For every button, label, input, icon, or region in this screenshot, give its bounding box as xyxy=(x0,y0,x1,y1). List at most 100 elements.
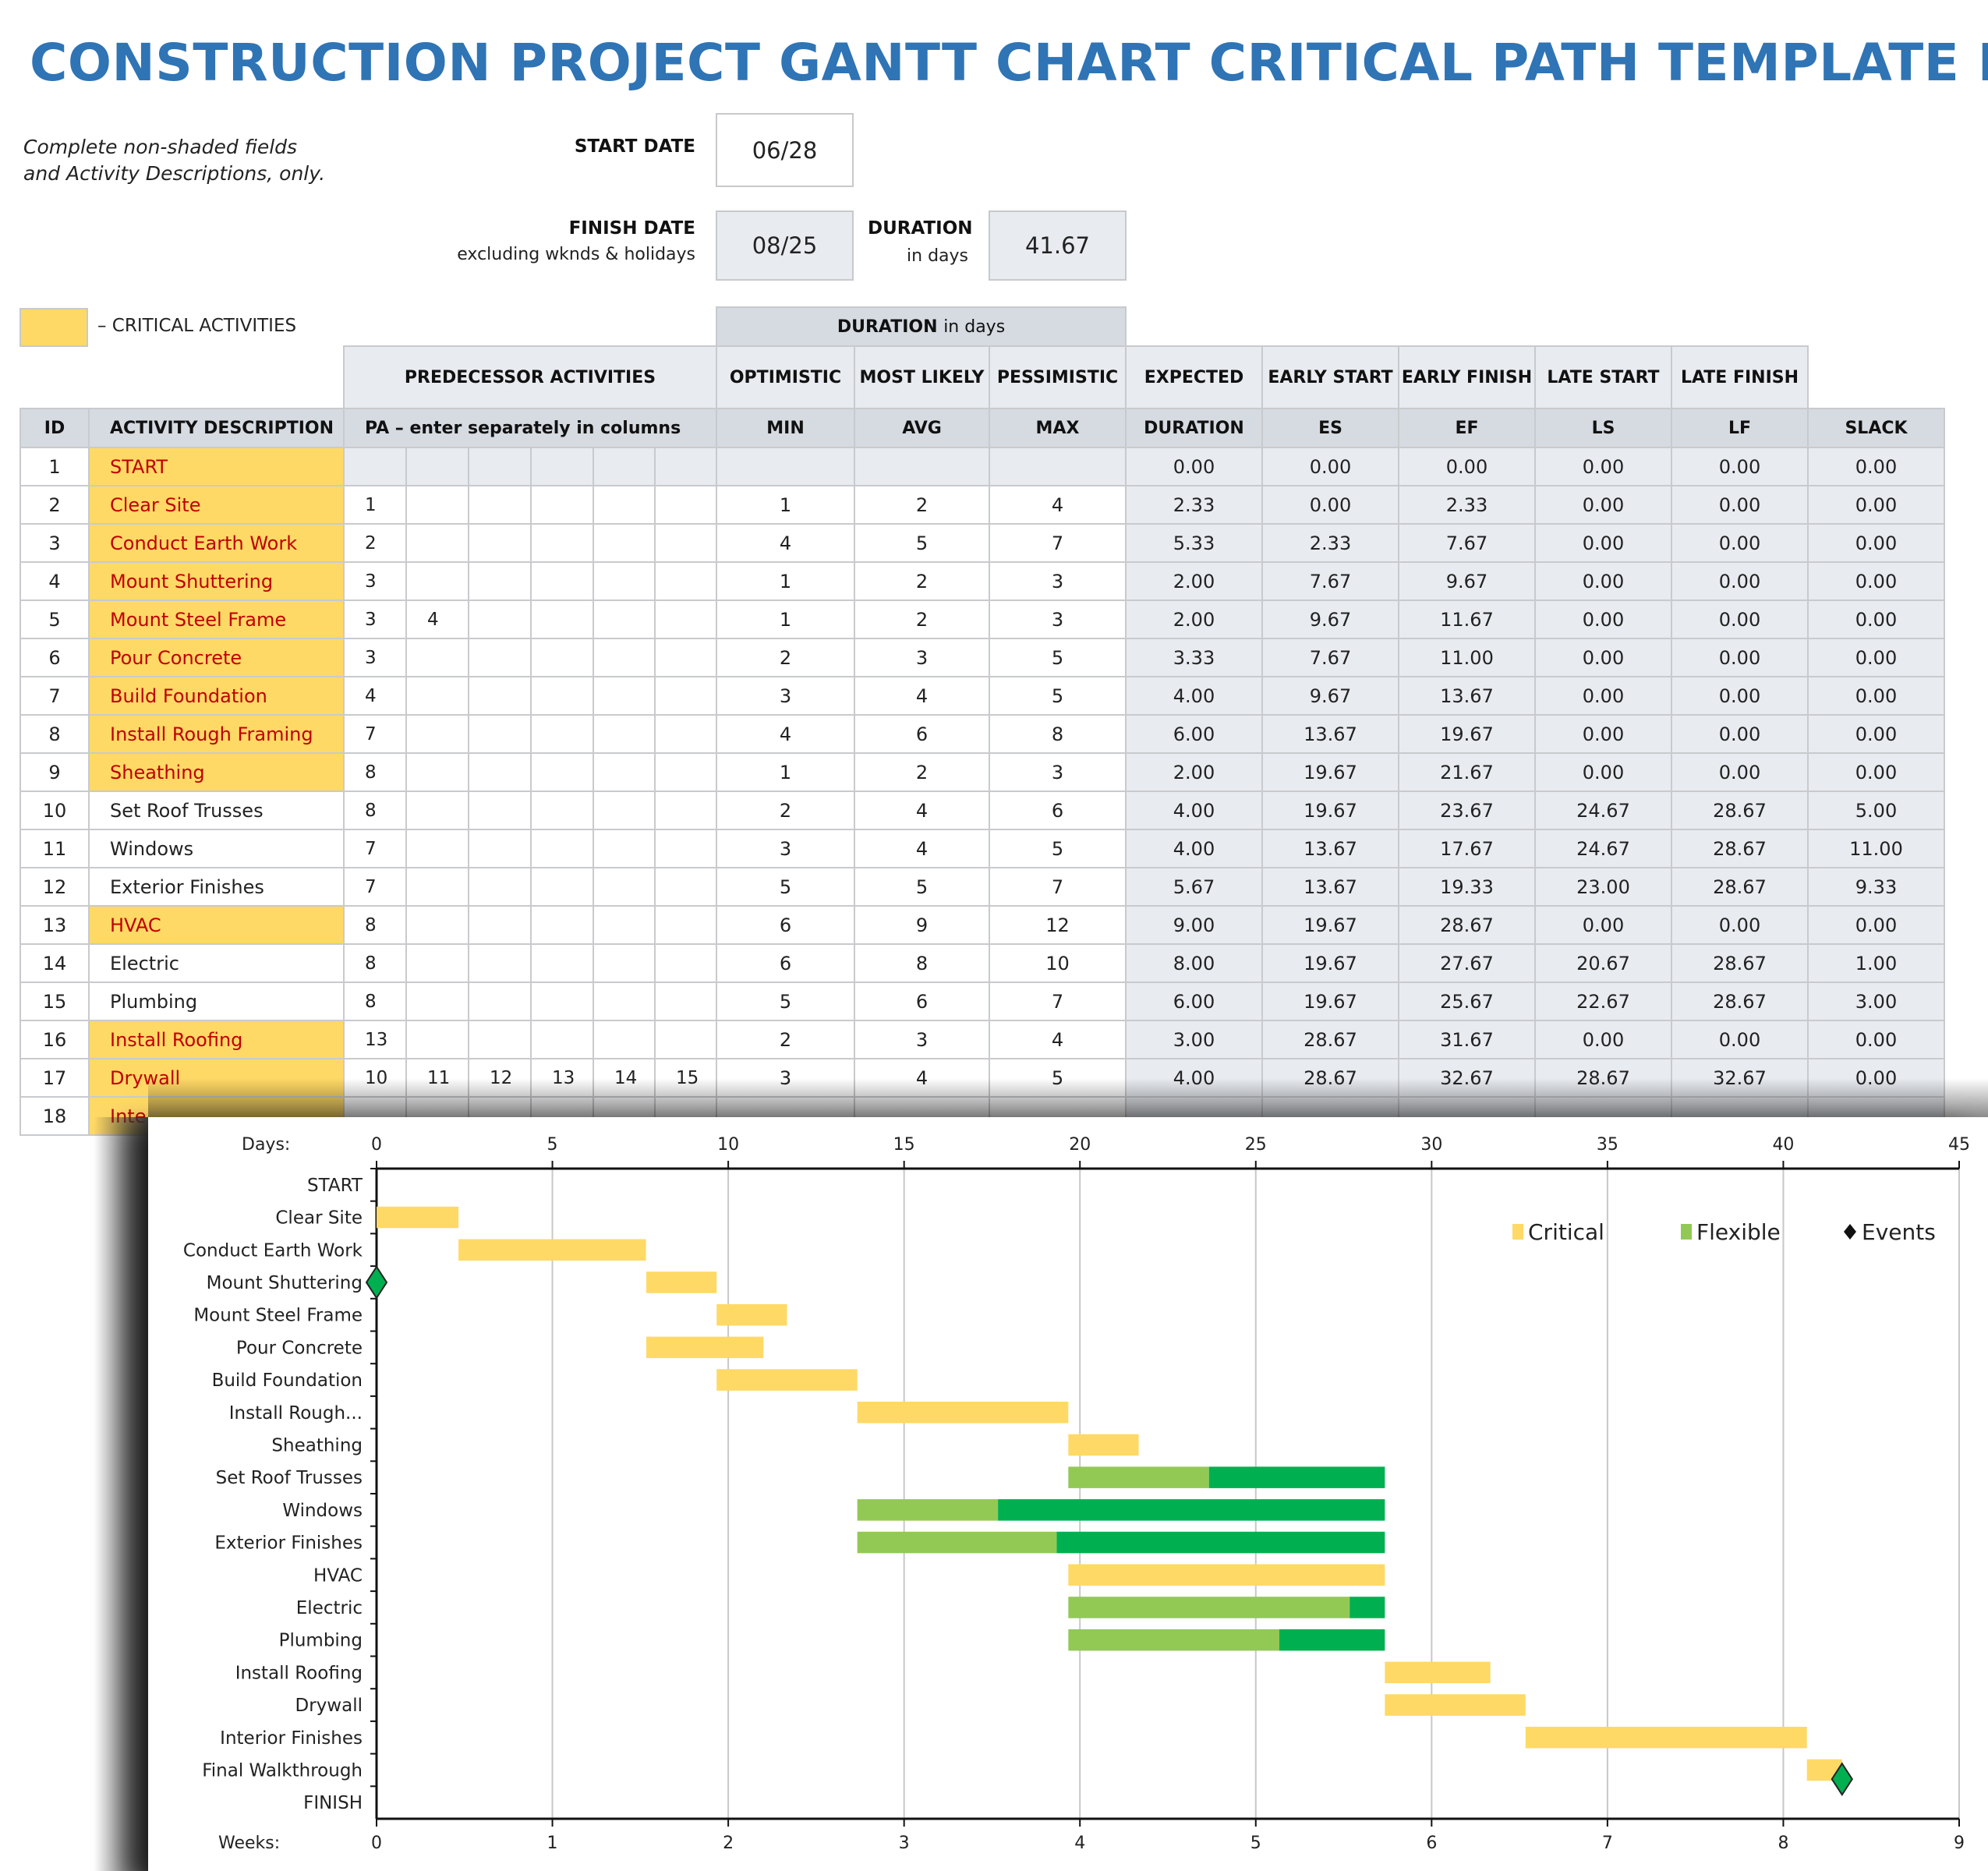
cell-predecessor[interactable] xyxy=(654,905,717,945)
cell-predecessor[interactable]: 7 xyxy=(343,867,407,907)
cell-predecessor[interactable]: 4 xyxy=(405,599,469,639)
cell-predecessor[interactable] xyxy=(468,867,532,907)
cell-predecessor[interactable]: 15 xyxy=(654,1058,717,1098)
cell-avg[interactable]: 8 xyxy=(854,943,990,983)
cell-avg[interactable]: 3 xyxy=(854,638,990,677)
cell-avg[interactable]: 6 xyxy=(854,981,990,1021)
cell-predecessor[interactable] xyxy=(530,829,594,868)
cell-predecessor[interactable] xyxy=(593,905,656,945)
cell-predecessor[interactable] xyxy=(593,599,656,639)
cell-predecessor[interactable] xyxy=(530,638,594,677)
cell-avg[interactable]: 2 xyxy=(854,485,990,525)
cell-activity[interactable]: Exterior Finishes xyxy=(88,867,345,907)
cell-max[interactable]: 12 xyxy=(989,905,1127,945)
cell-activity[interactable]: Plumbing xyxy=(88,981,345,1021)
cell-predecessor[interactable] xyxy=(468,523,532,563)
cell-predecessor[interactable]: 4 xyxy=(343,676,407,716)
cell-max[interactable]: 4 xyxy=(989,485,1127,525)
cell-avg[interactable]: 9 xyxy=(854,905,990,945)
cell-predecessor[interactable] xyxy=(530,1020,594,1059)
cell-max[interactable]: 5 xyxy=(989,638,1127,677)
cell-predecessor[interactable] xyxy=(593,561,656,601)
cell-predecessor[interactable]: 11 xyxy=(405,1058,469,1098)
cell-predecessor[interactable] xyxy=(593,676,656,716)
cell-predecessor[interactable] xyxy=(654,485,717,525)
cell-predecessor[interactable] xyxy=(530,714,594,754)
cell-avg[interactable]: 6 xyxy=(854,714,990,754)
cell-predecessor[interactable] xyxy=(654,638,717,677)
cell-predecessor[interactable] xyxy=(405,447,469,486)
cell-max[interactable]: 3 xyxy=(989,561,1127,601)
cell-max[interactable]: 8 xyxy=(989,714,1127,754)
cell-predecessor[interactable]: 10 xyxy=(343,1058,407,1098)
cell-max[interactable] xyxy=(989,447,1127,486)
cell-predecessor[interactable] xyxy=(405,676,469,716)
cell-avg[interactable]: 4 xyxy=(854,790,990,830)
cell-min[interactable]: 4 xyxy=(716,523,855,563)
cell-activity[interactable]: Clear Site xyxy=(88,485,345,525)
cell-activity[interactable]: START xyxy=(88,447,345,486)
cell-predecessor[interactable] xyxy=(405,905,469,945)
cell-max[interactable]: 3 xyxy=(989,752,1127,792)
cell-max[interactable]: 4 xyxy=(989,1020,1127,1059)
cell-predecessor[interactable]: 7 xyxy=(343,714,407,754)
cell-predecessor[interactable] xyxy=(405,867,469,907)
gantt-chart-panel[interactable]: Days: 0 5 10 15 20 25 30 35 40 45 Weeks: 0 1 2 3 4 5 6 7 8 9 S… xyxy=(148,1117,1988,1871)
cell-avg[interactable]: 2 xyxy=(854,561,990,601)
cell-predecessor[interactable] xyxy=(468,790,532,830)
cell-max[interactable]: 7 xyxy=(989,867,1127,907)
cell-predecessor[interactable] xyxy=(468,714,532,754)
cell-predecessor[interactable] xyxy=(654,829,717,868)
cell-predecessor[interactable] xyxy=(654,867,717,907)
cell-predecessor[interactable] xyxy=(654,561,717,601)
cell-activity[interactable]: Mount Shuttering xyxy=(88,561,345,601)
cell-predecessor[interactable] xyxy=(468,943,532,983)
cell-activity[interactable]: Install Roofing xyxy=(88,1020,345,1059)
cell-predecessor[interactable] xyxy=(530,752,594,792)
cell-predecessor[interactable] xyxy=(530,905,594,945)
cell-predecessor[interactable] xyxy=(654,523,717,563)
cell-max[interactable]: 7 xyxy=(989,523,1127,563)
cell-max[interactable]: 5 xyxy=(989,829,1127,868)
cell-predecessor[interactable]: 8 xyxy=(343,943,407,983)
cell-predecessor[interactable]: 7 xyxy=(343,829,407,868)
cell-activity[interactable]: Install Rough Framing xyxy=(88,714,345,754)
cell-min[interactable]: 1 xyxy=(716,561,855,601)
cell-max[interactable]: 7 xyxy=(989,981,1127,1021)
cell-predecessor[interactable] xyxy=(468,829,532,868)
cell-min[interactable]: 6 xyxy=(716,943,855,983)
cell-max[interactable]: 5 xyxy=(989,676,1127,716)
cell-max[interactable]: 3 xyxy=(989,599,1127,639)
cell-predecessor[interactable] xyxy=(405,523,469,563)
cell-predecessor[interactable] xyxy=(468,485,532,525)
cell-min[interactable]: 1 xyxy=(716,752,855,792)
cell-predecessor[interactable] xyxy=(530,981,594,1021)
cell-predecessor[interactable] xyxy=(468,981,532,1021)
cell-predecessor[interactable] xyxy=(654,714,717,754)
cell-min[interactable]: 5 xyxy=(716,867,855,907)
cell-predecessor[interactable]: 3 xyxy=(343,638,407,677)
cell-predecessor[interactable] xyxy=(593,1020,656,1059)
cell-max[interactable]: 5 xyxy=(989,1058,1127,1098)
cell-predecessor[interactable] xyxy=(530,867,594,907)
cell-predecessor[interactable] xyxy=(530,943,594,983)
cell-min[interactable] xyxy=(716,447,855,486)
cell-predecessor[interactable] xyxy=(593,638,656,677)
cell-predecessor[interactable]: 3 xyxy=(343,599,407,639)
cell-predecessor[interactable] xyxy=(468,561,532,601)
cell-predecessor[interactable] xyxy=(593,790,656,830)
cell-predecessor[interactable]: 1 xyxy=(343,485,407,525)
cell-predecessor[interactable] xyxy=(530,447,594,486)
cell-predecessor[interactable] xyxy=(405,1020,469,1059)
cell-avg[interactable]: 4 xyxy=(854,676,990,716)
cell-predecessor[interactable] xyxy=(593,829,656,868)
cell-min[interactable]: 6 xyxy=(716,905,855,945)
cell-activity[interactable]: Electric xyxy=(88,943,345,983)
cell-predecessor[interactable] xyxy=(593,867,656,907)
cell-max[interactable]: 6 xyxy=(989,790,1127,830)
cell-predecessor[interactable] xyxy=(654,981,717,1021)
cell-predecessor[interactable] xyxy=(468,752,532,792)
cell-predecessor[interactable] xyxy=(593,752,656,792)
cell-max[interactable]: 10 xyxy=(989,943,1127,983)
cell-avg[interactable]: 4 xyxy=(854,1058,990,1098)
